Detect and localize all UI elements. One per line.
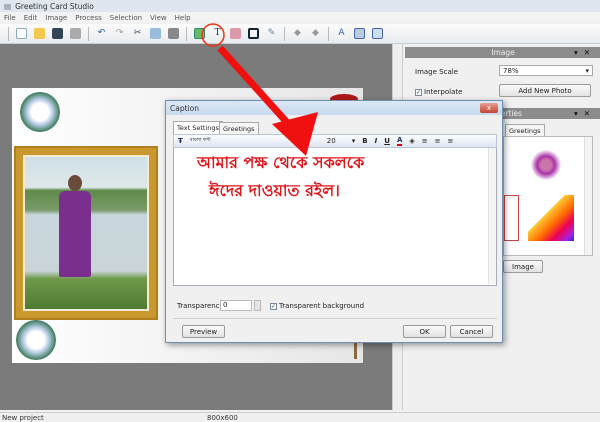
- highlight-circle: [201, 23, 225, 47]
- annotation-overlay: [201, 23, 318, 156]
- red-arrow-shaft: [217, 45, 295, 131]
